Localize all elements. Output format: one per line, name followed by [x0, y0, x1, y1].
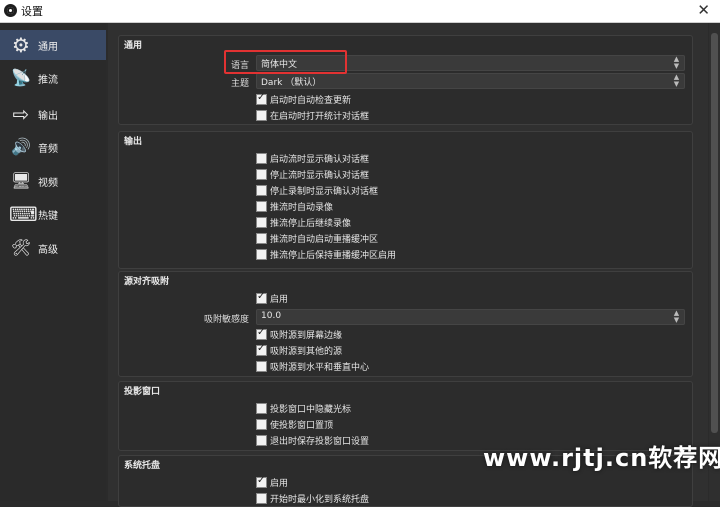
sidebar-item-label: 高级 — [38, 245, 58, 256]
checkbox-checked[interactable] — [256, 343, 267, 356]
sidebar-item-label: 推流 — [38, 75, 58, 86]
scrollbar-thumb[interactable] — [711, 33, 718, 433]
vertical-scrollbar[interactable] — [709, 23, 720, 501]
sidebar-item-general[interactable]: ⚙ 通用 — [0, 30, 106, 60]
checkbox-label: 推流时自动启动重播缓冲区 — [270, 235, 379, 245]
checkbox-unchecked[interactable] — [256, 169, 267, 180]
spin-arrows-icon: ▲ ▼ — [673, 55, 680, 70]
sensitivity-spinbox[interactable]: 10.0 ▲ ▼ — [256, 309, 685, 325]
checkbox-unchecked[interactable] — [256, 249, 267, 260]
checkbox-label: 启动时自动检查更新 — [270, 96, 352, 106]
close-icon[interactable]: ✕ — [697, 1, 710, 19]
checkbox-checked[interactable] — [256, 92, 267, 105]
sidebar-item-audio[interactable]: 🔊 音频 — [0, 132, 106, 162]
checkbox-label: 推流停止后保持重播缓冲区启用 — [270, 251, 397, 261]
checkbox-unchecked[interactable] — [256, 403, 267, 414]
checkbox-unchecked[interactable] — [256, 435, 267, 446]
monitor-icon: 🖥 — [10, 171, 32, 190]
broadcast-icon: 📡 — [11, 68, 31, 87]
checkbox-unchecked[interactable] — [256, 185, 267, 196]
checkbox-label: 推流停止后继续录像 — [270, 219, 352, 229]
checkbox-label: 启动流时显示确认对话框 — [270, 155, 370, 165]
spin-arrows-icon: ▲ ▼ — [673, 73, 680, 88]
sensitivity-value: 10.0 — [261, 311, 282, 321]
sensitivity-label: 吸附敏感度 — [203, 315, 249, 325]
title-bar: 设置 ✕ — [0, 0, 720, 23]
window-title: 设置 — [21, 5, 43, 18]
checkbox-checked[interactable] — [256, 291, 267, 304]
checkbox-unchecked[interactable] — [256, 361, 267, 372]
sidebar-item-label: 输出 — [38, 111, 58, 122]
tools-icon: 🛠 — [10, 238, 32, 257]
checkbox-label: 在启动时打开统计对话框 — [270, 112, 370, 122]
checkbox-label: 启用 — [270, 479, 289, 489]
checkbox-label: 停止流时显示确认对话框 — [270, 171, 370, 181]
checkbox-label: 启用 — [270, 295, 289, 305]
checkbox-label: 停止录制时显示确认对话框 — [270, 187, 379, 197]
checkbox-label: 开始时最小化到系统托盘 — [270, 495, 370, 505]
settings-sidebar: ⚙ 通用 📡 推流 ⇨ 输出 🔊 音频 🖥 视频 ⌨ 热键 🛠 高级 — [0, 23, 106, 501]
gear-icon: ⚙ — [12, 33, 30, 57]
checkbox-unchecked[interactable] — [256, 233, 267, 244]
checkbox-label: 退出时保存投影窗口设置 — [270, 437, 370, 447]
group-title: 通用 — [124, 41, 143, 51]
group-general: 通用 语言 简体中文 ▲▼ 主题 Dark （默认） ▲▼ 启动时自动检查更新 … — [118, 35, 693, 125]
group-snapping: 源对齐吸附 启用 吸附敏感度 10.0 ▲▼ 吸附源到屏幕边缘 吸附源到其他的源… — [118, 271, 693, 377]
sidebar-item-stream[interactable]: 📡 推流 — [0, 63, 106, 93]
sidebar-item-label: 通用 — [38, 42, 58, 53]
sidebar-item-label: 热键 — [38, 211, 58, 222]
highlight-annotation — [224, 50, 347, 74]
group-title: 输出 — [124, 137, 143, 147]
theme-label: 主题 — [230, 79, 249, 89]
checkbox-label: 吸附源到其他的源 — [270, 347, 343, 357]
speaker-icon: 🔊 — [11, 137, 31, 156]
sidebar-item-label: 视频 — [38, 178, 58, 189]
group-output: 输出 启动流时显示确认对话框 停止流时显示确认对话框 停止录制时显示确认对话框 … — [118, 131, 693, 269]
obs-app-icon — [4, 4, 17, 17]
sidebar-item-output[interactable]: ⇨ 输出 — [0, 99, 106, 129]
sidebar-item-hotkeys[interactable]: ⌨ 热键 — [0, 199, 106, 229]
sidebar-item-video[interactable]: 🖥 视频 — [0, 166, 106, 196]
checkbox-unchecked[interactable] — [256, 493, 267, 504]
sidebar-item-advanced[interactable]: 🛠 高级 — [0, 233, 106, 263]
checkbox-label: 使投影窗口置顶 — [270, 421, 334, 431]
output-icon: ⇨ — [12, 102, 30, 126]
checkbox-unchecked[interactable] — [256, 217, 267, 228]
checkbox-unchecked[interactable] — [256, 201, 267, 212]
checkbox-unchecked[interactable] — [256, 153, 267, 164]
sidebar-item-label: 音频 — [38, 144, 58, 155]
watermark-text: www.rjtj.cn软荐网 — [483, 444, 720, 472]
checkbox-checked[interactable] — [256, 475, 267, 488]
spin-arrows-icon[interactable]: ▲ ▼ — [671, 310, 682, 324]
checkbox-unchecked[interactable] — [256, 110, 267, 121]
theme-select[interactable]: Dark （默认） ▲ ▼ — [256, 73, 685, 89]
checkbox-label: 吸附源到屏幕边缘 — [270, 331, 343, 341]
checkbox-checked[interactable] — [256, 327, 267, 340]
settings-main-panel: 通用 语言 简体中文 ▲▼ 主题 Dark （默认） ▲▼ 启动时自动检查更新 … — [108, 23, 708, 507]
group-title: 投影窗口 — [124, 387, 161, 397]
theme-value: Dark （默认） — [261, 78, 322, 88]
checkbox-label: 吸附源到水平和垂直中心 — [270, 363, 370, 373]
checkbox-label: 投影窗口中隐藏光标 — [270, 405, 352, 415]
checkbox-label: 推流时自动录像 — [270, 203, 334, 213]
group-title: 源对齐吸附 — [124, 277, 170, 287]
keyboard-icon: ⌨ — [9, 202, 38, 226]
checkbox-unchecked[interactable] — [256, 419, 267, 430]
group-title: 系统托盘 — [124, 461, 161, 471]
